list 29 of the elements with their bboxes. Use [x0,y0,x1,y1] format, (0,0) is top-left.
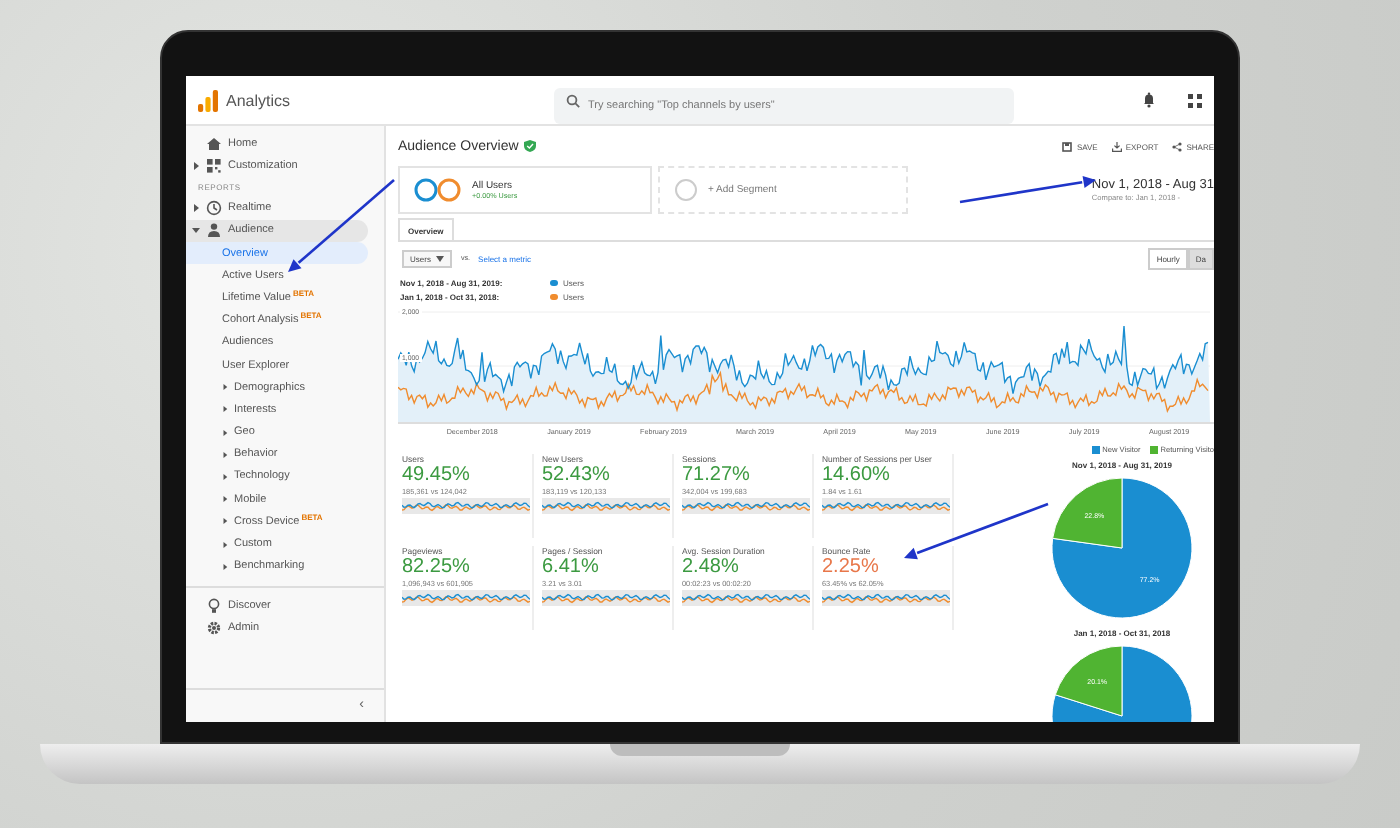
search-icon [566,93,580,107]
metric-change: 52.43% [542,466,612,486]
caret-icon[interactable] [191,203,199,212]
bulb-icon [206,597,222,614]
caret-icon [436,255,445,261]
apps-icon[interactable] [1188,93,1202,107]
house-icon [206,135,222,152]
logo-icon [198,89,218,111]
metric-change: 14.60% [822,466,892,486]
metric-change: 2.25% [822,558,881,578]
download-icon [1111,141,1122,151]
person-icon [206,222,222,239]
metric-change: 6.41% [542,558,601,578]
gear-icon [206,620,222,637]
grid-icon [206,158,222,175]
caret-icon[interactable] [191,226,199,235]
caret-icon[interactable] [191,162,199,171]
metric-change: 71.27% [682,466,752,486]
share-icon [1172,141,1183,151]
segment-circles-icon [414,178,462,202]
verified-shield-icon [524,140,537,152]
metric-change: 82.25% [402,558,472,578]
empty-circle-icon [674,178,698,202]
metric-change: 49.45% [402,466,472,486]
clock-icon [206,199,222,216]
metric-change: 2.48% [682,558,741,578]
app-name: Analytics [226,91,293,109]
bell-icon[interactable] [1142,92,1156,108]
save-icon [1062,141,1073,151]
